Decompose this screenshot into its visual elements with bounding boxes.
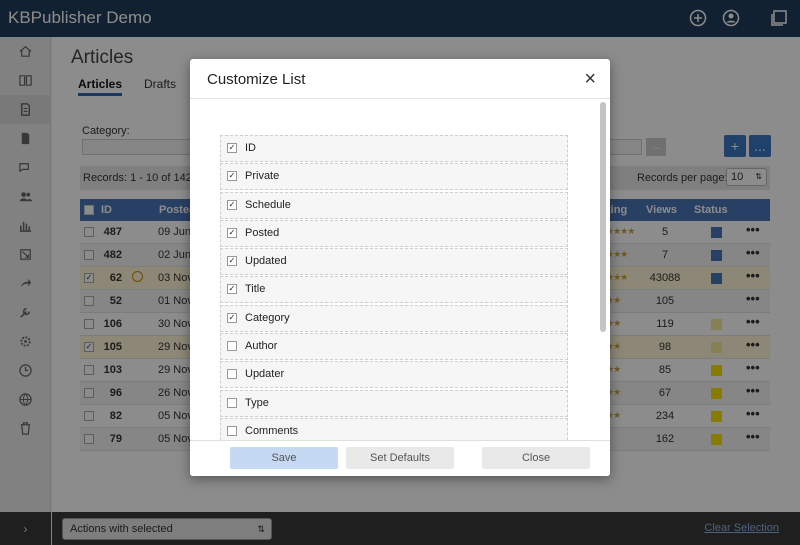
column-label: ID	[245, 142, 256, 154]
column-checkbox[interactable]	[227, 341, 237, 352]
column-list: ✓ ID ✓ Private ✓ Schedule ✓ Posted ✓ Updated ✓ Titl…	[220, 135, 568, 440]
column-option[interactable]: Updater	[220, 361, 568, 389]
column-checkbox[interactable]	[227, 397, 237, 408]
column-option[interactable]: ✓ Posted	[220, 219, 568, 247]
close-button[interactable]: Close	[482, 447, 590, 469]
column-checkbox[interactable]: ✓	[227, 227, 237, 238]
close-icon[interactable]: ×	[584, 69, 596, 89]
modal-footer: Save Set Defaults Close	[190, 440, 610, 476]
column-label: Author	[245, 340, 278, 353]
column-label: Comments	[245, 424, 299, 437]
customize-list-modal: Customize List × ✓ ID ✓ Private ✓ Schedule ✓ Po…	[190, 59, 610, 476]
column-option[interactable]: ✓ Private	[220, 163, 568, 191]
column-option[interactable]: Author	[220, 333, 568, 361]
column-label: Title	[245, 283, 266, 296]
column-checkbox[interactable]	[227, 369, 237, 380]
column-option[interactable]: Comments	[220, 417, 568, 440]
column-checkbox[interactable]	[227, 425, 237, 436]
column-checkbox[interactable]: ✓	[227, 312, 237, 323]
column-label: Schedule	[245, 198, 291, 211]
column-checkbox[interactable]: ✓	[227, 143, 237, 153]
modal-scrollbar[interactable]	[600, 102, 606, 332]
column-option[interactable]: ✓ ID	[220, 135, 568, 162]
modal-body: ✓ ID ✓ Private ✓ Schedule ✓ Posted ✓ Updated ✓ Titl…	[190, 99, 598, 440]
column-option[interactable]: ✓ Title	[220, 276, 568, 304]
column-option[interactable]: ✓ Category	[220, 304, 568, 332]
column-checkbox[interactable]: ✓	[227, 171, 237, 182]
column-option[interactable]: Type	[220, 389, 568, 417]
set-defaults-button[interactable]: Set Defaults	[346, 447, 454, 469]
column-option[interactable]: ✓ Schedule	[220, 191, 568, 219]
column-checkbox[interactable]: ✓	[227, 284, 237, 295]
column-label: Type	[245, 396, 269, 409]
column-label: Updater	[245, 368, 285, 381]
save-button[interactable]: Save	[230, 447, 338, 469]
column-label: Updated	[245, 255, 287, 268]
column-option[interactable]: ✓ Updated	[220, 248, 568, 276]
modal-title: Customize List	[207, 71, 306, 88]
column-label: Private	[245, 170, 280, 183]
column-label: Posted	[245, 226, 280, 239]
column-checkbox[interactable]: ✓	[227, 256, 237, 267]
column-checkbox[interactable]: ✓	[227, 199, 237, 210]
column-label: Category	[245, 311, 290, 324]
